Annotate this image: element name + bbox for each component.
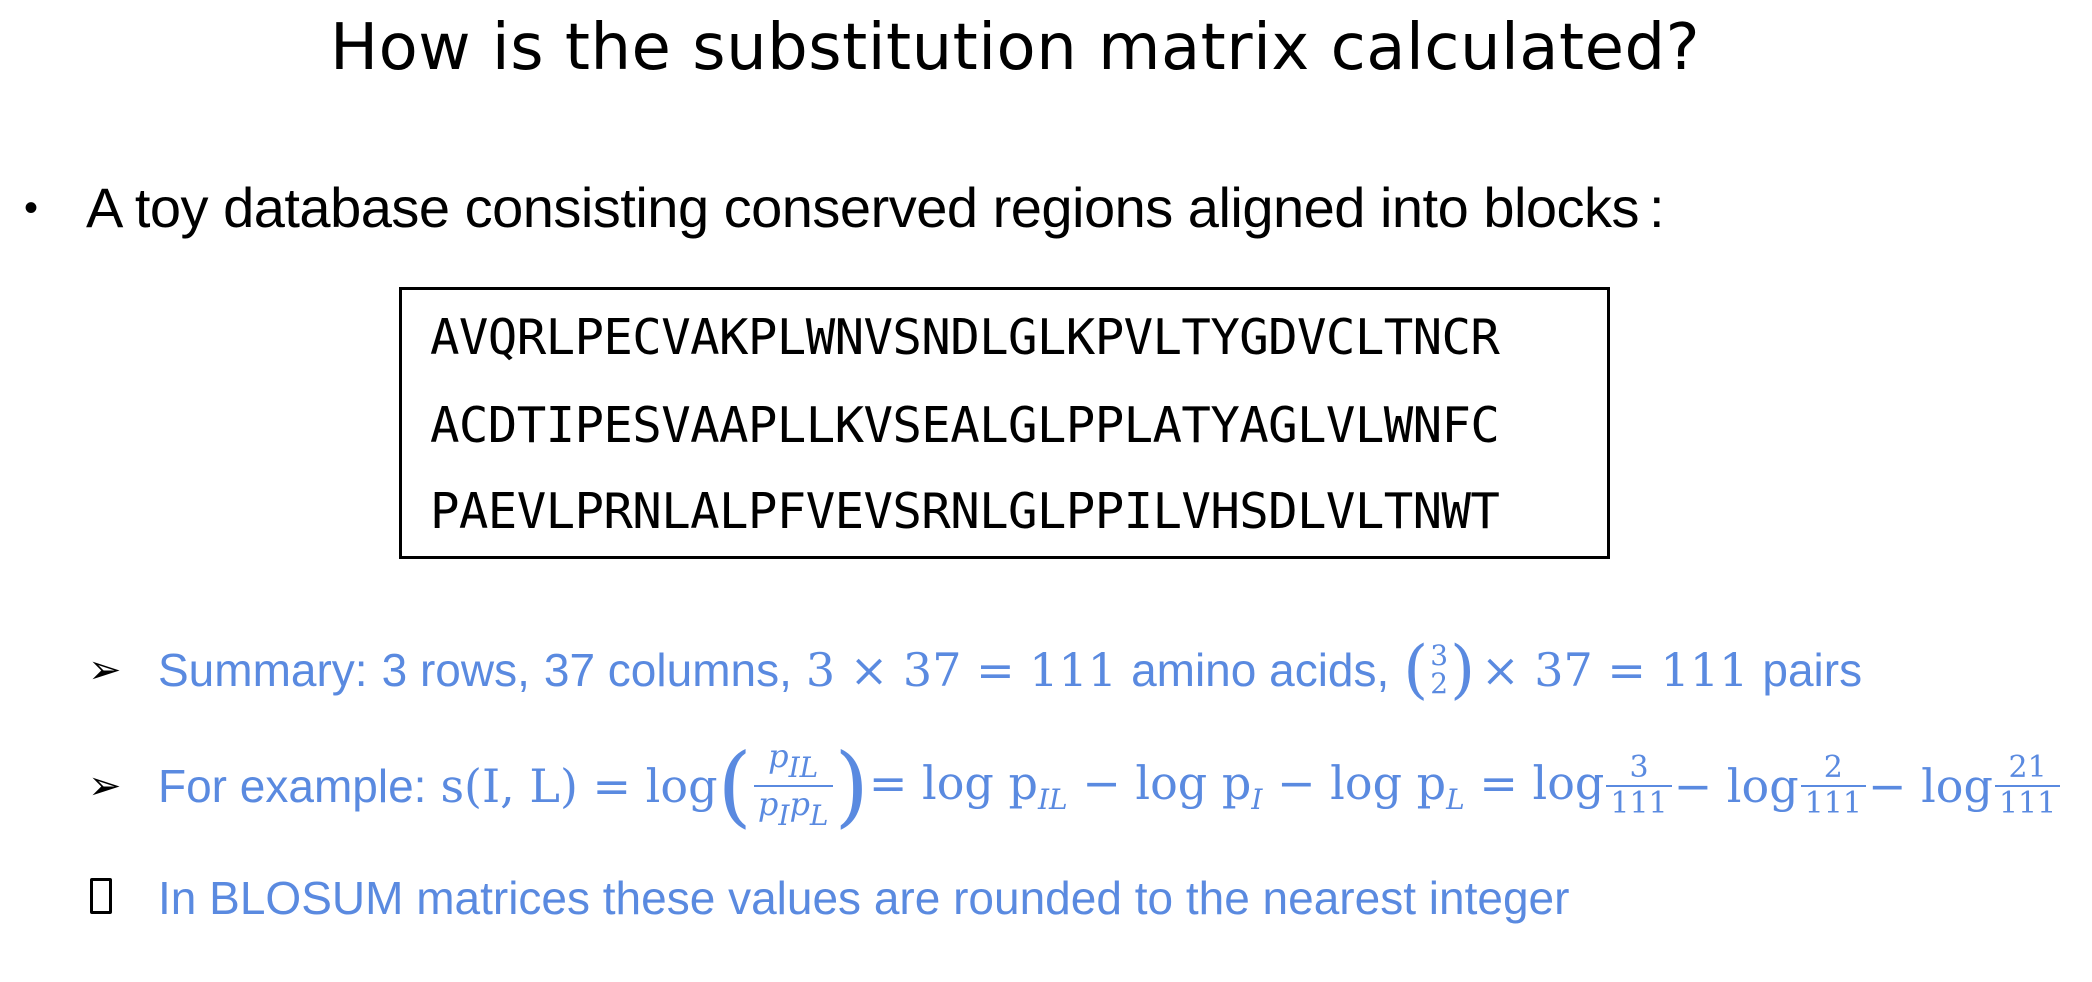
fraction-2-over-111: 2 111 <box>1800 750 1866 821</box>
sequence-row: PAEVLPRNLALPFVEVSRNLGLPPILVHSDLVLTNWT <box>430 483 1500 540</box>
fraction-den: 111 <box>1800 785 1866 821</box>
binom-top: 3 <box>1430 639 1449 672</box>
formula-term-2: − log p <box>1082 756 1252 810</box>
formula-eq-log: = log <box>1479 756 1605 810</box>
fraction-21-over-111: 21 111 <box>1994 750 2061 821</box>
summary-product: 3 × 37 = 111 <box>805 643 1118 697</box>
fraction-den: 111 <box>1994 785 2061 821</box>
square-bullet-icon <box>88 871 158 925</box>
fraction-num: 3 <box>1629 750 1649 785</box>
frac-den-a-sub: I <box>778 799 790 832</box>
binom-bottom: 2 <box>1430 667 1449 700</box>
slide-title: How is the substitution matrix calculate… <box>329 11 1701 85</box>
formula-minus-log: − log <box>1673 759 1799 813</box>
formula-term-1: = log p <box>868 756 1038 810</box>
arrowhead-bullet-icon: ➢ <box>88 648 122 692</box>
summary-rows: 3 rows, <box>381 644 530 696</box>
example-formula: s(I, L) = log <box>440 759 717 813</box>
formula-term-2-sub: I <box>1251 783 1263 816</box>
example-item: ➢ For example: s(I, L) = log ( pIL pIpL … <box>88 736 2062 836</box>
arrowhead-bullet-icon: ➢ <box>88 764 122 808</box>
main-bullet: • A toy database consisting conserved re… <box>24 170 1665 246</box>
summary-pairs: pairs <box>1762 644 1863 696</box>
fraction-num: 2 <box>1823 750 1843 785</box>
formula-lhs: s(I, L) = log <box>440 759 718 813</box>
slide: How is the substitution matrix calculate… <box>0 0 2092 982</box>
binomial-coefficient: ( 3 2 ) <box>1403 633 1476 707</box>
bullet-dot-icon: • <box>24 186 38 230</box>
frac-num: p <box>768 737 789 775</box>
frac-den-b: p <box>789 785 810 823</box>
formula-term-3-sub: L <box>1446 783 1465 816</box>
fraction-num: 21 <box>2008 750 2047 785</box>
summary-item: ➢ Summary: 3 rows, 37 columns, 3 × 37 = … <box>88 630 1862 710</box>
main-bullet-colon: : <box>1649 176 1665 239</box>
formula-minus-log: − log <box>1867 759 1993 813</box>
main-bullet-text: A toy database consisting conserved regi… <box>86 176 1640 239</box>
frac-den-b-sub: L <box>809 799 829 832</box>
formula-term-3: − log p <box>1277 756 1447 810</box>
frac-num-sub: IL <box>788 751 819 784</box>
formula-term-1-sub: IL <box>1037 783 1068 816</box>
note-text: In BLOSUM matrices these values are roun… <box>158 872 1570 924</box>
sequence-row: AVQRLPECVAKPLWNVSNDLGLKPVLTYGDVCLTNCR <box>430 309 1500 366</box>
summary-pairs-expr: × 37 = 111 <box>1481 643 1749 697</box>
fraction-3-over-111: 3 111 <box>1606 750 1672 821</box>
summary-columns: 37 columns, <box>543 644 792 696</box>
summary-amino-acids: amino acids, <box>1131 644 1390 696</box>
frac-den-a: p <box>757 785 779 823</box>
summary-label: Summary: <box>158 644 368 696</box>
note-item: In BLOSUM matrices these values are roun… <box>88 858 1569 938</box>
sequence-block: AVQRLPECVAKPLWNVSNDLGLKPVLTYGDVCLTNCR AC… <box>399 287 1610 559</box>
formula-expansion: = log pIL − log pI − log pL = log <box>869 756 1605 816</box>
fraction-den: 111 <box>1606 785 1672 821</box>
probability-fraction: pIL pIpL <box>753 737 833 833</box>
sequence-row: ACDTIPESVAAPLLKVSEALGLPPLATYAGLVLWNFC <box>430 397 1500 454</box>
example-label: For example: <box>158 760 427 812</box>
